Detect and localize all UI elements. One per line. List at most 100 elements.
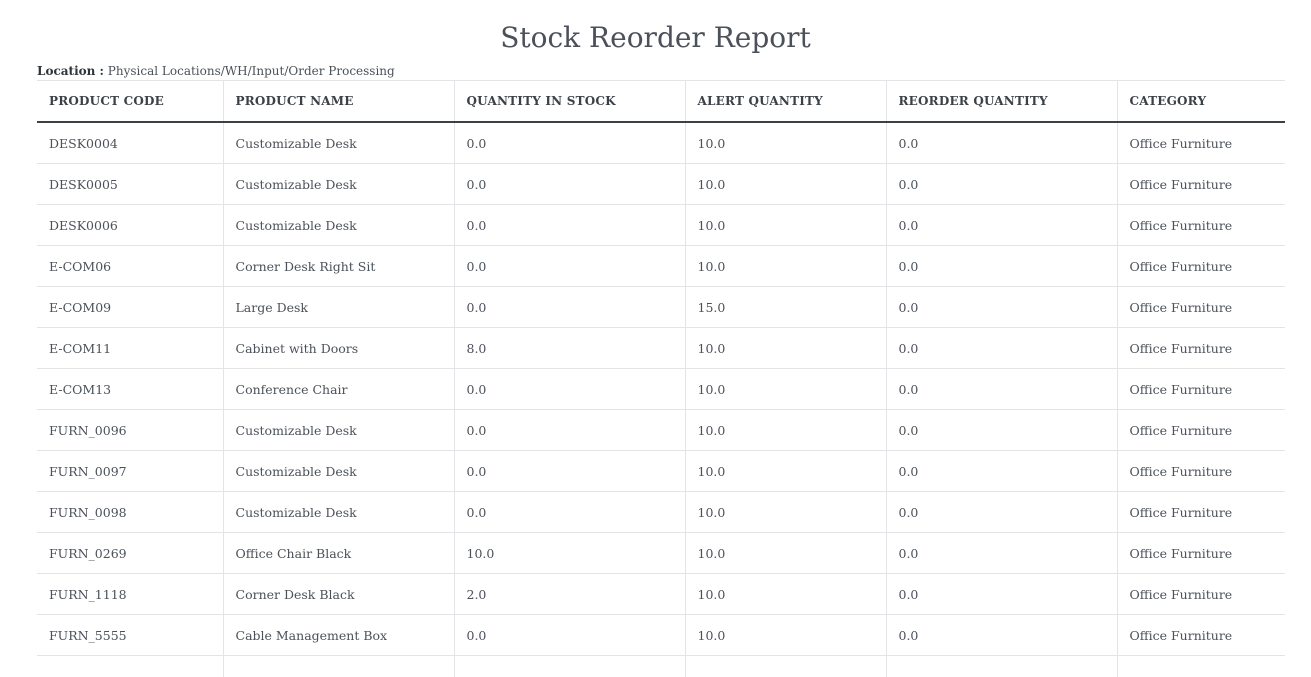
product-code-cell: FURN_0097 (37, 450, 224, 492)
header-product-name: PRODUCT NAME (222, 80, 455, 123)
product-code-cell: E-COM11 (37, 327, 224, 369)
header-reorder-quantity: REORDER QUANTITY (885, 80, 1118, 123)
report-table-container: PRODUCT CODE PRODUCT NAME QUANTITY IN ST… (37, 80, 1285, 677)
table-row: FURN_0096 Customizable Desk 0.0 10.0 0.0 Offi… (37, 409, 1285, 451)
reorder-quantity-cell: 0.0 (885, 163, 1118, 205)
reorder-quantity-cell: 0.0 (885, 450, 1118, 492)
reorder-quantity-cell: 0.0 (885, 286, 1118, 328)
location-line: Location : Physical Locations/WH/Input/O… (37, 63, 395, 79)
category-cell: Office Furniture (1116, 491, 1285, 533)
product-code-cell: FURN_1118 (37, 573, 224, 615)
product-name-cell: Large Desk (222, 286, 455, 328)
product-name-cell: Corner Desk Black (222, 573, 455, 615)
product-code-cell: FURN_0269 (37, 532, 224, 574)
reorder-quantity-cell: 0.0 (885, 532, 1118, 574)
reorder-quantity-cell: 0.0 (885, 409, 1118, 451)
table-row: E-COM11 Cabinet with Doors 8.0 10.0 0.0 Offic… (37, 327, 1285, 369)
category-cell: Office Furniture (1116, 614, 1285, 656)
product-code-cell: DESK0004 (37, 122, 224, 164)
reorder-quantity-cell (885, 655, 1118, 677)
reorder-quantity-cell: 0.0 (885, 245, 1118, 287)
quantity-in-stock-cell: 0.0 (453, 614, 686, 656)
reorder-quantity-cell: 0.0 (885, 327, 1118, 369)
table-row (37, 655, 1285, 677)
product-name-cell: Corner Desk Right Sit (222, 245, 455, 287)
category-cell: Office Furniture (1116, 532, 1285, 574)
quantity-in-stock-cell: 2.0 (453, 573, 686, 615)
product-name-cell: Cabinet with Doors (222, 327, 455, 369)
table-row: FURN_1118 Corner Desk Black 2.0 10.0 0.0 Offi… (37, 573, 1285, 615)
product-name-cell: Customizable Desk (222, 163, 455, 205)
product-code-cell: E-COM09 (37, 286, 224, 328)
quantity-in-stock-cell: 0.0 (453, 122, 686, 164)
quantity-in-stock-cell: 0.0 (453, 491, 686, 533)
alert-quantity-cell: 10.0 (684, 204, 887, 246)
product-name-cell: Cable Management Box (222, 614, 455, 656)
reorder-quantity-cell: 0.0 (885, 491, 1118, 533)
table-row: E-COM13 Conference Chair 0.0 10.0 0.0 Office … (37, 368, 1285, 410)
category-cell: Office Furniture (1116, 122, 1285, 164)
product-name-cell: Customizable Desk (222, 409, 455, 451)
product-name-cell: Office Chair Black (222, 532, 455, 574)
table-row: FURN_0269 Office Chair Black 10.0 10.0 0.0 Of… (37, 532, 1285, 574)
category-cell: Office Furniture (1116, 163, 1285, 205)
table-row: FURN_0097 Customizable Desk 0.0 10.0 0.0 Offi… (37, 450, 1285, 492)
quantity-in-stock-cell: 0.0 (453, 450, 686, 492)
category-cell: Office Furniture (1116, 327, 1285, 369)
table-row: FURN_5555 Cable Management Box 0.0 10.0 0.0 O… (37, 614, 1285, 656)
table-header-row: PRODUCT CODE PRODUCT NAME QUANTITY IN ST… (37, 80, 1285, 123)
quantity-in-stock-cell: 10.0 (453, 532, 686, 574)
quantity-in-stock-cell: 0.0 (453, 409, 686, 451)
table-row: E-COM09 Large Desk 0.0 15.0 0.0 Office Furnit… (37, 286, 1285, 328)
table-row: DESK0005 Customizable Desk 0.0 10.0 0.0 Offic… (37, 163, 1285, 205)
alert-quantity-cell: 10.0 (684, 491, 887, 533)
header-category: CATEGORY (1116, 80, 1285, 123)
quantity-in-stock-cell (453, 655, 686, 677)
alert-quantity-cell: 10.0 (684, 327, 887, 369)
category-cell: Office Furniture (1116, 245, 1285, 287)
reorder-quantity-cell: 0.0 (885, 573, 1118, 615)
category-cell: Office Furniture (1116, 450, 1285, 492)
stock-reorder-table: PRODUCT CODE PRODUCT NAME QUANTITY IN ST… (37, 80, 1285, 677)
category-cell: Office Furniture (1116, 204, 1285, 246)
quantity-in-stock-cell: 0.0 (453, 163, 686, 205)
alert-quantity-cell: 10.0 (684, 122, 887, 164)
product-code-cell: FURN_5555 (37, 614, 224, 656)
category-cell: Office Furniture (1116, 573, 1285, 615)
quantity-in-stock-cell: 0.0 (453, 245, 686, 287)
report-title: Stock Reorder Report (500, 21, 811, 54)
alert-quantity-cell: 10.0 (684, 409, 887, 451)
quantity-in-stock-cell: 8.0 (453, 327, 686, 369)
quantity-in-stock-cell: 0.0 (453, 204, 686, 246)
table-row: FURN_0098 Customizable Desk 0.0 10.0 0.0 Offi… (37, 491, 1285, 533)
category-cell: Office Furniture (1116, 368, 1285, 410)
category-cell: Office Furniture (1116, 286, 1285, 328)
table-body: DESK0004 Customizable Desk 0.0 10.0 0.0 Offic… (37, 122, 1285, 677)
alert-quantity-cell (684, 655, 887, 677)
product-code-cell: E-COM06 (37, 245, 224, 287)
product-name-cell (222, 655, 455, 677)
alert-quantity-cell: 10.0 (684, 368, 887, 410)
product-code-cell (37, 655, 224, 677)
header-alert-quantity: ALERT QUANTITY (684, 80, 887, 123)
product-code-cell: DESK0006 (37, 204, 224, 246)
alert-quantity-cell: 10.0 (684, 163, 887, 205)
reorder-quantity-cell: 0.0 (885, 368, 1118, 410)
quantity-in-stock-cell: 0.0 (453, 368, 686, 410)
product-name-cell: Conference Chair (222, 368, 455, 410)
alert-quantity-cell: 10.0 (684, 450, 887, 492)
reorder-quantity-cell: 0.0 (885, 122, 1118, 164)
location-label: Location : (37, 64, 104, 78)
reorder-quantity-cell: 0.0 (885, 204, 1118, 246)
quantity-in-stock-cell: 0.0 (453, 286, 686, 328)
header-product-code: PRODUCT CODE (37, 80, 224, 123)
product-name-cell: Customizable Desk (222, 204, 455, 246)
table-row: E-COM06 Corner Desk Right Sit 0.0 10.0 0.0 Of… (37, 245, 1285, 287)
product-code-cell: E-COM13 (37, 368, 224, 410)
location-value: Physical Locations/WH/Input/Order Proces… (107, 64, 395, 78)
category-cell (1116, 655, 1285, 677)
table-row: DESK0004 Customizable Desk 0.0 10.0 0.0 Offic… (37, 122, 1285, 164)
product-code-cell: FURN_0096 (37, 409, 224, 451)
product-code-cell: FURN_0098 (37, 491, 224, 533)
category-cell: Office Furniture (1116, 409, 1285, 451)
